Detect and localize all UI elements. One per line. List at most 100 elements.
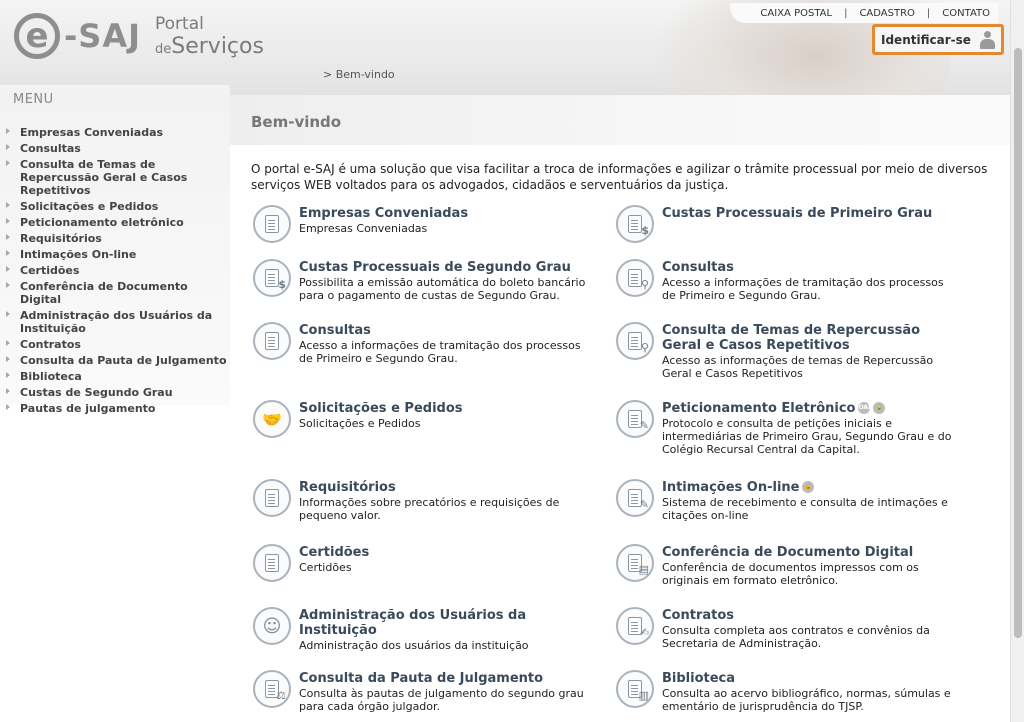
sidebar-item-conferencia-documento[interactable]: Conferência de Documento Digital: [0, 280, 230, 306]
service-administracao-usuarios[interactable]: ☺ Administração dos Usuários da Institui…: [253, 607, 593, 652]
topnav-separator: |: [926, 7, 931, 19]
sidebar-item-consultas[interactable]: Consultas: [0, 142, 230, 155]
pen-document-icon: ✎: [616, 479, 654, 517]
menu-title: MENU: [13, 92, 54, 107]
document-icon: [253, 205, 291, 243]
service-contratos[interactable]: ✍ Contratos Consulta completa aos contrat…: [616, 607, 956, 650]
topnav-contato-link[interactable]: CONTATO: [934, 8, 998, 19]
topnav-caixa-postal-link[interactable]: CAIXA POSTAL: [752, 8, 840, 19]
service-title[interactable]: Administração dos Usuários da Instituiçã…: [299, 608, 593, 638]
service-description: Consulta completa aos contratos e convên…: [662, 624, 930, 650]
service-consultas-left[interactable]: Consultas Acesso a informações de tramita…: [253, 322, 593, 365]
service-description: Certidões: [299, 561, 352, 574]
sidebar-menu: MENU Empresas Conveniadas Consultas Cons…: [0, 85, 230, 415]
service-title[interactable]: Empresas Conveniadas: [299, 206, 468, 221]
service-title[interactable]: Intimações On-line 🔒: [662, 480, 956, 495]
service-peticionamento-eletronico[interactable]: ✎ Peticionamento Eletrônico OAB 🔒 Protocolo…: [616, 400, 956, 456]
service-certidoes[interactable]: Certidões Certidões: [253, 544, 593, 582]
oab-badge-icon: OAB: [858, 401, 873, 414]
service-consultas-right[interactable]: ⚲ Consultas Acesso a informações de trami…: [616, 259, 956, 302]
sidebar-item-administracao-usuarios[interactable]: Administração dos Usuários da Instituiçã…: [0, 309, 230, 335]
sidebar-item-certidoes[interactable]: Certidões: [0, 264, 230, 277]
service-title[interactable]: Requisitórios: [299, 480, 593, 495]
magnifier-document-icon: ⚲: [616, 322, 654, 360]
service-title[interactable]: Certidões: [299, 545, 369, 560]
service-title[interactable]: Custas Processuais de Primeiro Grau: [662, 206, 932, 221]
main-content: Bem-vindo O portal e-SAJ é uma solução q…: [230, 95, 1010, 722]
sidebar-item-custas-segundo-grau[interactable]: Custas de Segundo Grau: [0, 386, 230, 399]
gavel-document-icon: ⚖: [253, 670, 291, 708]
lock-icon: 🔒: [873, 401, 886, 414]
magnifier-document-icon: ⚲: [616, 259, 654, 297]
service-title[interactable]: Solicitações e Pedidos: [299, 401, 463, 416]
service-description: Protocolo e consulta de petições iniciai…: [662, 417, 952, 456]
sidebar-item-pauta-julgamento[interactable]: Consulta da Pauta de Julgamento: [0, 354, 230, 367]
topnav-cadastro-link[interactable]: CADASTRO: [851, 8, 922, 19]
sidebar-item-intimacoes[interactable]: Intimações On-line: [0, 248, 230, 261]
logo-servicos-word: Serviços: [171, 33, 264, 59]
service-custas-primeiro-grau[interactable]: $ Custas Processuais de Primeiro Grau: [616, 205, 956, 243]
logo-portal-text: Portal deServiços: [155, 14, 264, 59]
sidebar-item-solicitacoes[interactable]: Solicitações e Pedidos: [0, 200, 230, 213]
service-custas-segundo-grau[interactable]: $ Custas Processuais de Segundo Grau Poss…: [253, 259, 593, 302]
sidebar-item-contratos[interactable]: Contratos: [0, 338, 230, 351]
sidebar-item-pautas-julgamento[interactable]: Pautas de julgamento: [0, 402, 230, 415]
identify-label: Identificar-se: [881, 32, 971, 47]
header: e -SAJ Portal deServiços CAIXA POSTAL | …: [0, 0, 1010, 95]
service-description: Conferência de documentos impressos com …: [662, 561, 919, 587]
service-requisitorios[interactable]: Requisitórios Informações sobre precatóri…: [253, 479, 593, 522]
intro-text: O portal e-SAJ é uma solução que visa fa…: [251, 162, 988, 192]
document-icon: [253, 479, 291, 517]
breadcrumb: > Bem-vindo: [323, 68, 395, 81]
contract-icon: ✍: [616, 607, 654, 645]
logo-saj-text: -SAJ: [64, 17, 141, 55]
logo-de-word: de: [155, 41, 172, 57]
lock-icon: 🔒: [802, 480, 815, 493]
service-solicitacoes-pedidos[interactable]: 🤝 Solicitações e Pedidos Solicitações e P…: [253, 400, 593, 438]
service-temas-repercussao[interactable]: ⚲ Consulta de Temas de Repercussão Geral…: [616, 322, 956, 380]
identify-button[interactable]: Identificar-se: [872, 24, 1004, 55]
scrollbar-thumb[interactable]: [1014, 48, 1022, 638]
service-title[interactable]: Consultas: [662, 260, 956, 275]
service-title[interactable]: Consulta de Temas de Repercussão Geral e…: [662, 323, 956, 353]
service-title[interactable]: Biblioteca: [662, 671, 956, 686]
menu-list: Empresas Conveniadas Consultas Consulta …: [0, 126, 230, 418]
service-title[interactable]: Consulta da Pauta de Julgamento: [299, 671, 593, 686]
esaj-logo[interactable]: e -SAJ Portal deServiços: [14, 8, 264, 64]
logo-portal-word: Portal: [155, 13, 204, 34]
stacked-documents-icon: ▤: [616, 544, 654, 582]
sidebar-item-requisitorios[interactable]: Requisitórios: [0, 232, 230, 245]
sidebar-item-peticionamento[interactable]: Peticionamento eletrônico: [0, 216, 230, 229]
service-description: Solicitações e Pedidos: [299, 417, 421, 430]
page-title: Bem-vindo: [251, 113, 342, 131]
service-title[interactable]: Custas Processuais de Segundo Grau: [299, 260, 593, 275]
service-description: Acesso a informações de tramitação dos p…: [662, 276, 944, 302]
service-empresas-conveniadas[interactable]: Empresas Conveniadas Empresas Conveniadas: [253, 205, 593, 243]
document-icon: [253, 322, 291, 360]
service-title[interactable]: Conferência de Documento Digital: [662, 545, 956, 560]
service-conferencia-documento[interactable]: ▤ Conferência de Documento Digital Confer…: [616, 544, 956, 587]
service-description: Informações sobre precatórios e requisiç…: [299, 496, 560, 522]
service-title[interactable]: Peticionamento Eletrônico OAB 🔒: [662, 401, 956, 416]
sidebar-item-biblioteca[interactable]: Biblioteca: [0, 370, 230, 383]
service-description: Acesso a informações de tramitação dos p…: [299, 339, 581, 365]
service-title[interactable]: Contratos: [662, 608, 956, 623]
person-icon: [979, 30, 996, 50]
vertical-scrollbar[interactable]: [1010, 0, 1024, 722]
service-pauta-julgamento[interactable]: ⚖ Consulta da Pauta de Julgamento Consult…: [253, 670, 593, 713]
boleto-icon: $: [253, 259, 291, 297]
service-description: Consulta às pautas de julgamento do segu…: [299, 687, 584, 713]
handshake-icon: 🤝: [253, 400, 291, 438]
user-icon: ☺: [253, 607, 291, 645]
service-title[interactable]: Consultas: [299, 323, 593, 338]
boleto-icon: $: [616, 205, 654, 243]
sidebar-item-temas-repercussao[interactable]: Consulta de Temas de Repercussão Geral e…: [0, 158, 230, 197]
sidebar-item-empresas-conveniadas[interactable]: Empresas Conveniadas: [0, 126, 230, 139]
service-description: Consulta ao acervo bibliográfico, normas…: [662, 687, 951, 713]
service-description: Acesso as informações de temas de Reperc…: [662, 354, 934, 380]
service-biblioteca[interactable]: ▥ Biblioteca Consulta ao acervo bibliográ…: [616, 670, 956, 713]
topnav-separator: |: [844, 7, 848, 19]
service-description: Empresas Conveniadas: [299, 222, 428, 235]
book-icon: ▥: [616, 670, 654, 708]
service-intimacoes-online[interactable]: ✎ Intimações On-line 🔒 Sistema de recebime…: [616, 479, 956, 522]
